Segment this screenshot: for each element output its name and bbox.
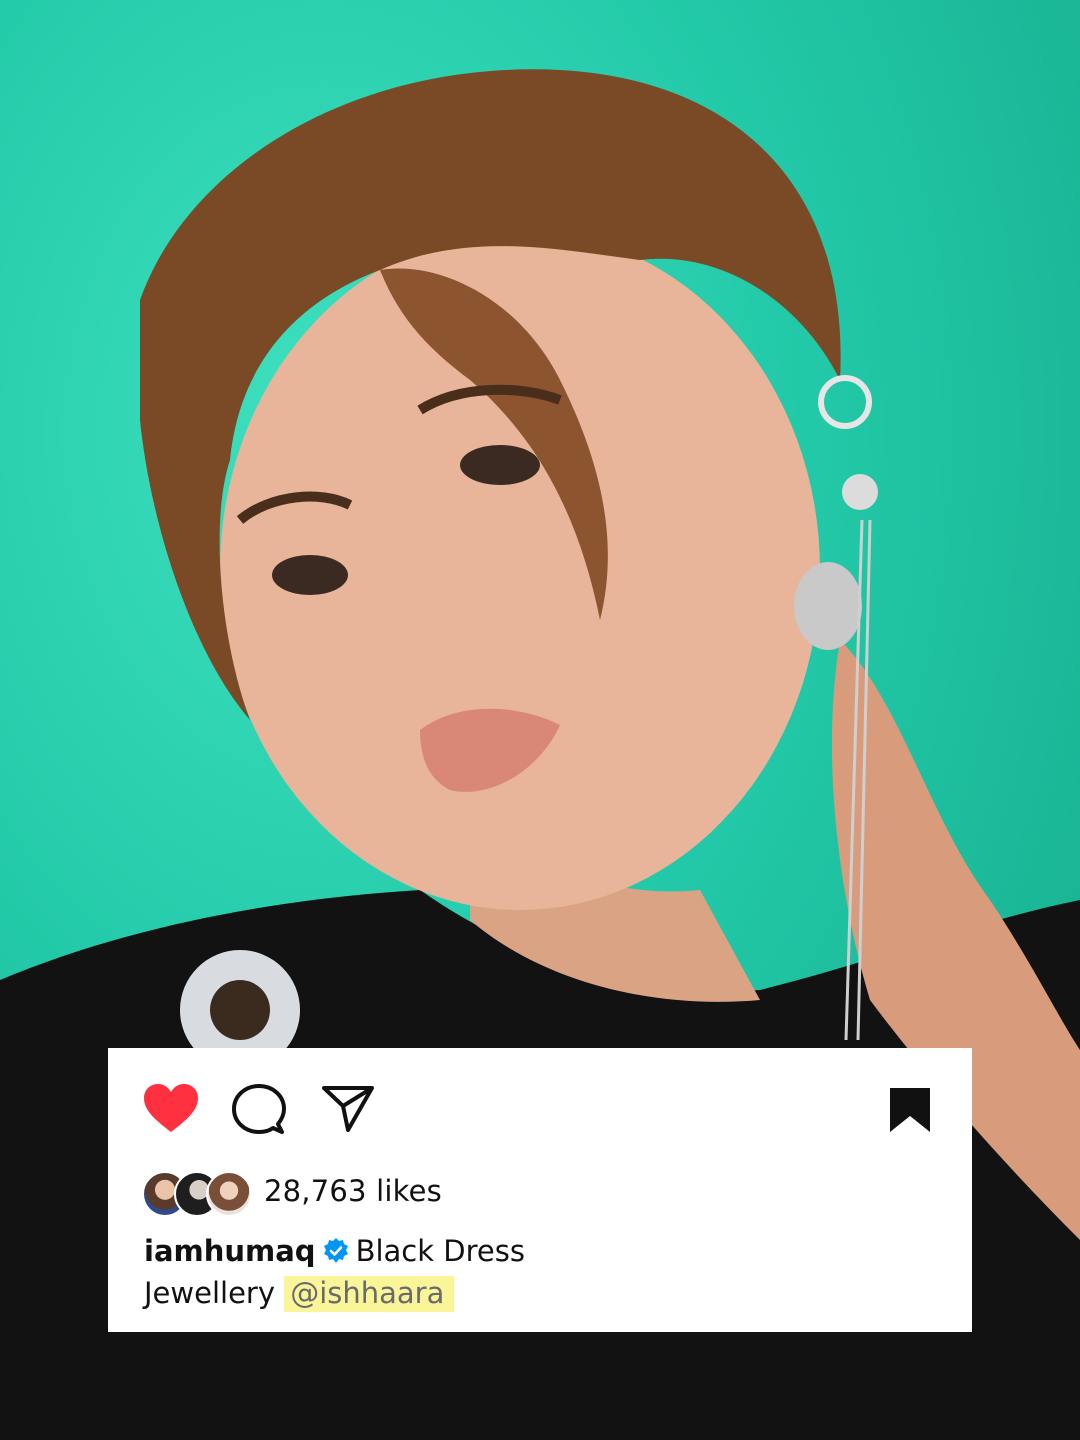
caption-line-1: iamhumaq Black Dress <box>144 1234 525 1268</box>
liked-by-avatars[interactable] <box>142 1171 260 1217</box>
heart-icon[interactable] <box>144 1084 198 1134</box>
verified-badge-icon <box>323 1238 348 1263</box>
post-info-card: 28,763 likes iamhumaq Black Dress Jewell… <box>108 1048 972 1332</box>
bookmark-icon[interactable] <box>888 1086 932 1134</box>
send-icon[interactable] <box>322 1084 374 1132</box>
comment-icon[interactable] <box>232 1084 286 1136</box>
caption-jewellery-label: Jewellery <box>144 1276 275 1310</box>
mention-link[interactable]: @ishhaara <box>284 1276 455 1312</box>
caption-title: Black Dress <box>355 1234 525 1268</box>
caption-line-2: Jewellery @ishhaara <box>144 1276 455 1312</box>
avatar <box>206 1171 252 1217</box>
likes-count[interactable]: 28,763 likes <box>264 1174 442 1208</box>
username-link[interactable]: iamhumaq <box>144 1234 316 1268</box>
